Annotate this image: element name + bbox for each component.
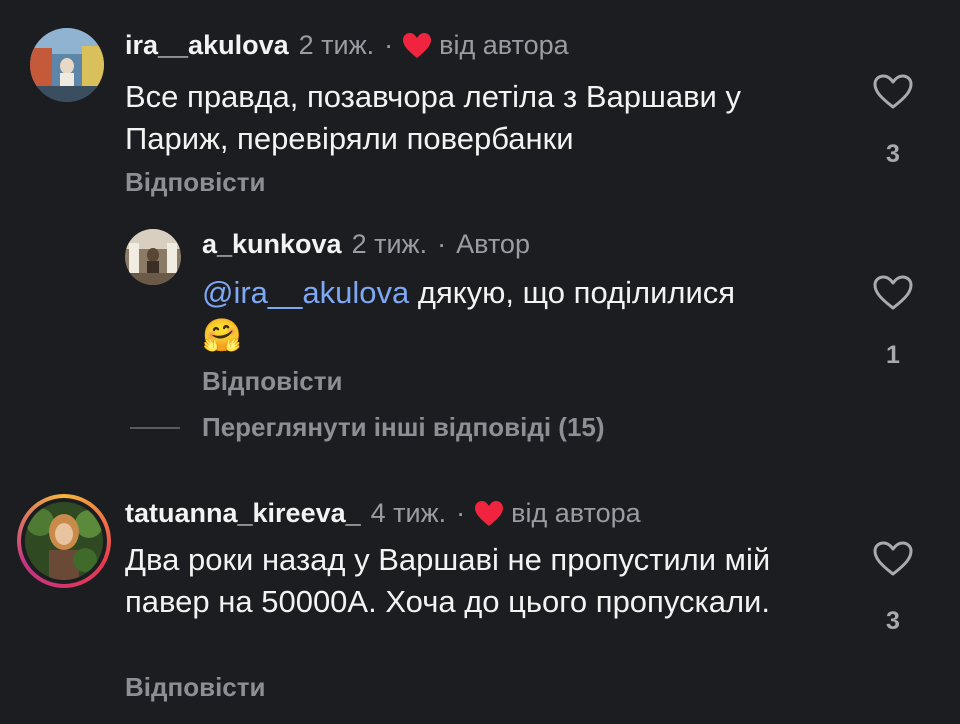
comment-username[interactable]: a_kunkova	[202, 229, 342, 260]
like-control: 3	[863, 541, 923, 636]
view-more-replies-button[interactable]: Переглянути інші відповіді (15)	[130, 412, 605, 443]
separator-dot: ·	[437, 229, 447, 259]
heart-outline-icon[interactable]	[863, 275, 923, 311]
comment-text: @ira__akulova дякую, що поділилися 🤗	[202, 272, 842, 357]
comment-username[interactable]: ira__akulova	[125, 30, 289, 61]
avatar[interactable]	[30, 28, 104, 102]
like-control: 3	[863, 74, 923, 169]
like-control: 1	[863, 275, 923, 370]
heart-icon	[475, 500, 504, 527]
view-more-replies-label: Переглянути інші відповіді (15)	[202, 412, 605, 442]
author-liked-badge: від автора	[511, 498, 641, 528]
like-count: 3	[886, 607, 900, 635]
comment-time: 4 тиж.	[370, 498, 447, 528]
heart-icon	[403, 32, 432, 59]
comment-username[interactable]: tatuanna_kireeva_	[125, 498, 361, 529]
separator-dot: ·	[384, 30, 394, 60]
author-badge: Автор	[456, 229, 530, 259]
like-count: 1	[886, 341, 900, 369]
mention-link[interactable]: @ira__akulova	[202, 275, 409, 310]
divider-line	[130, 426, 180, 429]
reply-button[interactable]: Відповісти	[125, 167, 265, 198]
hugging-face-emoji: 🤗	[202, 317, 242, 353]
comment-text: Все правда, позавчора летіла з Варшави у…	[125, 79, 741, 156]
heart-outline-icon[interactable]	[863, 74, 923, 110]
reply-button[interactable]: Відповісти	[125, 672, 265, 703]
avatar[interactable]	[125, 229, 181, 285]
comment-text-content: дякую, що поділилися	[417, 275, 736, 310]
avatar[interactable]	[25, 502, 103, 580]
comment-text: Два роки назад у Варшаві не пропустили м…	[125, 542, 771, 619]
comments-thread: ira__akulova 2 тиж. · від автора Все пра…	[0, 0, 960, 724]
author-liked-badge: від автора	[439, 30, 569, 60]
heart-outline-icon[interactable]	[863, 541, 923, 577]
comment-time: 2 тиж.	[351, 229, 428, 259]
comment-time: 2 тиж.	[298, 30, 375, 60]
like-count: 3	[886, 140, 900, 168]
separator-dot: ·	[456, 498, 466, 528]
reply-button[interactable]: Відповісти	[202, 366, 342, 397]
